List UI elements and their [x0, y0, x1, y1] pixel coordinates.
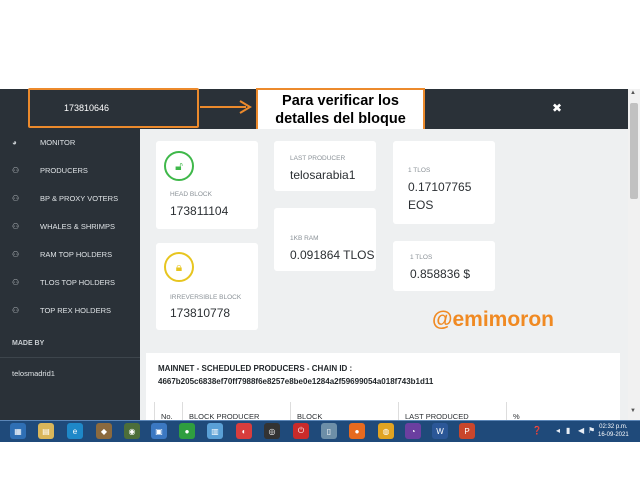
table-divider	[506, 402, 507, 420]
sidebar-item-monitor[interactable]: ◕ MONITOR	[0, 130, 140, 154]
powerpoint-icon[interactable]: P	[459, 423, 475, 439]
users-icon: ⚇	[12, 165, 20, 175]
irreversible-block-label: IRREVERSIBLE BLOCK	[170, 294, 242, 301]
highlight-box	[28, 88, 199, 128]
last-producer-label: LAST PRODUCER	[290, 155, 346, 162]
table-divider	[398, 402, 399, 420]
app-icon[interactable]: ▣	[151, 423, 167, 439]
flag-icon[interactable]: ⚑	[588, 426, 595, 435]
word-icon[interactable]: W	[432, 423, 448, 439]
lock-icon: 🔓︎	[164, 151, 194, 181]
tlos-eos-unit: EOS	[408, 198, 434, 212]
lock-icon: 🔒︎	[164, 252, 194, 282]
app-icon[interactable]: ◎	[264, 423, 280, 439]
made-by-heading: MADE BY	[12, 340, 45, 347]
last-producer-card	[274, 141, 376, 191]
scroll-up-icon[interactable]: ▲	[630, 90, 636, 96]
clock-date: 16-09-2021	[598, 432, 629, 438]
app-icon[interactable]: ◍	[378, 423, 394, 439]
made-by-link[interactable]: telosmadrid1	[12, 369, 55, 378]
app-icon[interactable]: ◆	[96, 423, 112, 439]
power-icon[interactable]: ⏻	[293, 423, 309, 439]
app-icon[interactable]: ◔	[405, 423, 421, 439]
tlos-usd-label: 1 TLOS	[410, 254, 433, 261]
chain-id: 4667b205c6838ef70ff7988f6e8257e8be0e1284…	[158, 377, 434, 386]
sidebar-item-whales-shrimps[interactable]: ⚇ WHALES & SHRIMPS	[0, 214, 140, 238]
app-icon[interactable]: ▥	[207, 423, 223, 439]
start-button-icon[interactable]: ▦	[10, 423, 26, 439]
file-explorer-icon[interactable]: ▤	[38, 423, 54, 439]
tlos-eos-label: 1 TLOS	[408, 167, 431, 174]
gauge-icon: ◕	[12, 137, 17, 147]
head-block-label: HEAD BLOCK	[170, 191, 212, 198]
sidebar-item-label: WHALES & SHRIMPS	[40, 221, 116, 231]
tlos-eos-value: 0.17107765	[408, 180, 472, 194]
irreversible-block-value: 173810778	[170, 306, 231, 320]
arrow-right-icon	[200, 100, 252, 114]
internet-explorer-icon[interactable]: e	[67, 423, 83, 439]
sidebar-divider	[0, 357, 140, 358]
sidebar-item-label: BP & PROXY VOTERS	[40, 193, 119, 203]
scroll-down-icon[interactable]: ▼	[630, 408, 636, 414]
sidebar-item-label: TLOS TOP HOLDERS	[40, 277, 116, 287]
ram-price-value: 0.091864 TLOS	[290, 248, 375, 262]
users-icon: ⚇	[12, 221, 20, 231]
sidebar-item-label: RAM TOP HOLDERS	[40, 249, 113, 259]
users-icon: ⚇	[12, 193, 20, 203]
users-icon: ⚇	[12, 277, 20, 287]
sidebar-item-producers[interactable]: ⚇ PRODUCERS	[0, 158, 140, 182]
head-block-value: 173811104	[170, 204, 229, 218]
sidebar-item-ram-top-holders[interactable]: ⚇ RAM TOP HOLDERS	[0, 242, 140, 266]
users-icon: ⚇	[12, 305, 20, 315]
last-producer-value[interactable]: telosarabia1	[290, 168, 355, 182]
table-divider	[154, 402, 155, 420]
sidebar-item-tlos-top-holders[interactable]: ⚇ TLOS TOP HOLDERS	[0, 270, 140, 294]
app-icon[interactable]: ◐	[236, 423, 252, 439]
sidebar-item-label: MONITOR	[40, 137, 76, 147]
app-icon[interactable]: ▯	[321, 423, 337, 439]
watermark-text: @emimoron	[432, 308, 554, 331]
tlos-usd-card	[393, 241, 495, 291]
sidebar-item-bp-proxy-voters[interactable]: ⚇ BP & PROXY VOTERS	[0, 186, 140, 210]
taskbar-clock[interactable]: 02:32 p.m. 16-09-2021	[598, 423, 629, 439]
callout-annotation: Para verificar los detalles del bloque	[256, 88, 425, 131]
scheduled-producers-title: MAINNET - SCHEDULED PRODUCERS - CHAIN ID…	[158, 364, 353, 373]
chrome-icon[interactable]: ●	[179, 423, 195, 439]
tray-arrow-icon[interactable]: ◂	[556, 426, 560, 435]
volume-icon[interactable]: ◀	[578, 426, 584, 435]
help-icon[interactable]: ❓	[532, 426, 542, 435]
tlos-usd-value: 0.858836 $	[410, 267, 471, 281]
close-icon[interactable]: ✖	[552, 101, 562, 115]
network-icon[interactable]: ▮	[566, 426, 570, 435]
ram-price-label: 1KB RAM	[290, 235, 319, 242]
sidebar-item-label: TOP REX HOLDERS	[40, 305, 111, 315]
app-icon[interactable]: ◉	[124, 423, 140, 439]
sidebar-item-top-rex-holders[interactable]: ⚇ TOP REX HOLDERS	[0, 298, 140, 322]
table-divider	[290, 402, 291, 420]
scrollbar-thumb[interactable]	[630, 103, 638, 199]
table-divider	[182, 402, 183, 420]
sidebar-item-label: PRODUCERS	[40, 165, 88, 175]
firefox-icon[interactable]: ●	[349, 423, 365, 439]
users-icon: ⚇	[12, 249, 20, 259]
clock-time: 02:32 p.m.	[599, 424, 628, 430]
